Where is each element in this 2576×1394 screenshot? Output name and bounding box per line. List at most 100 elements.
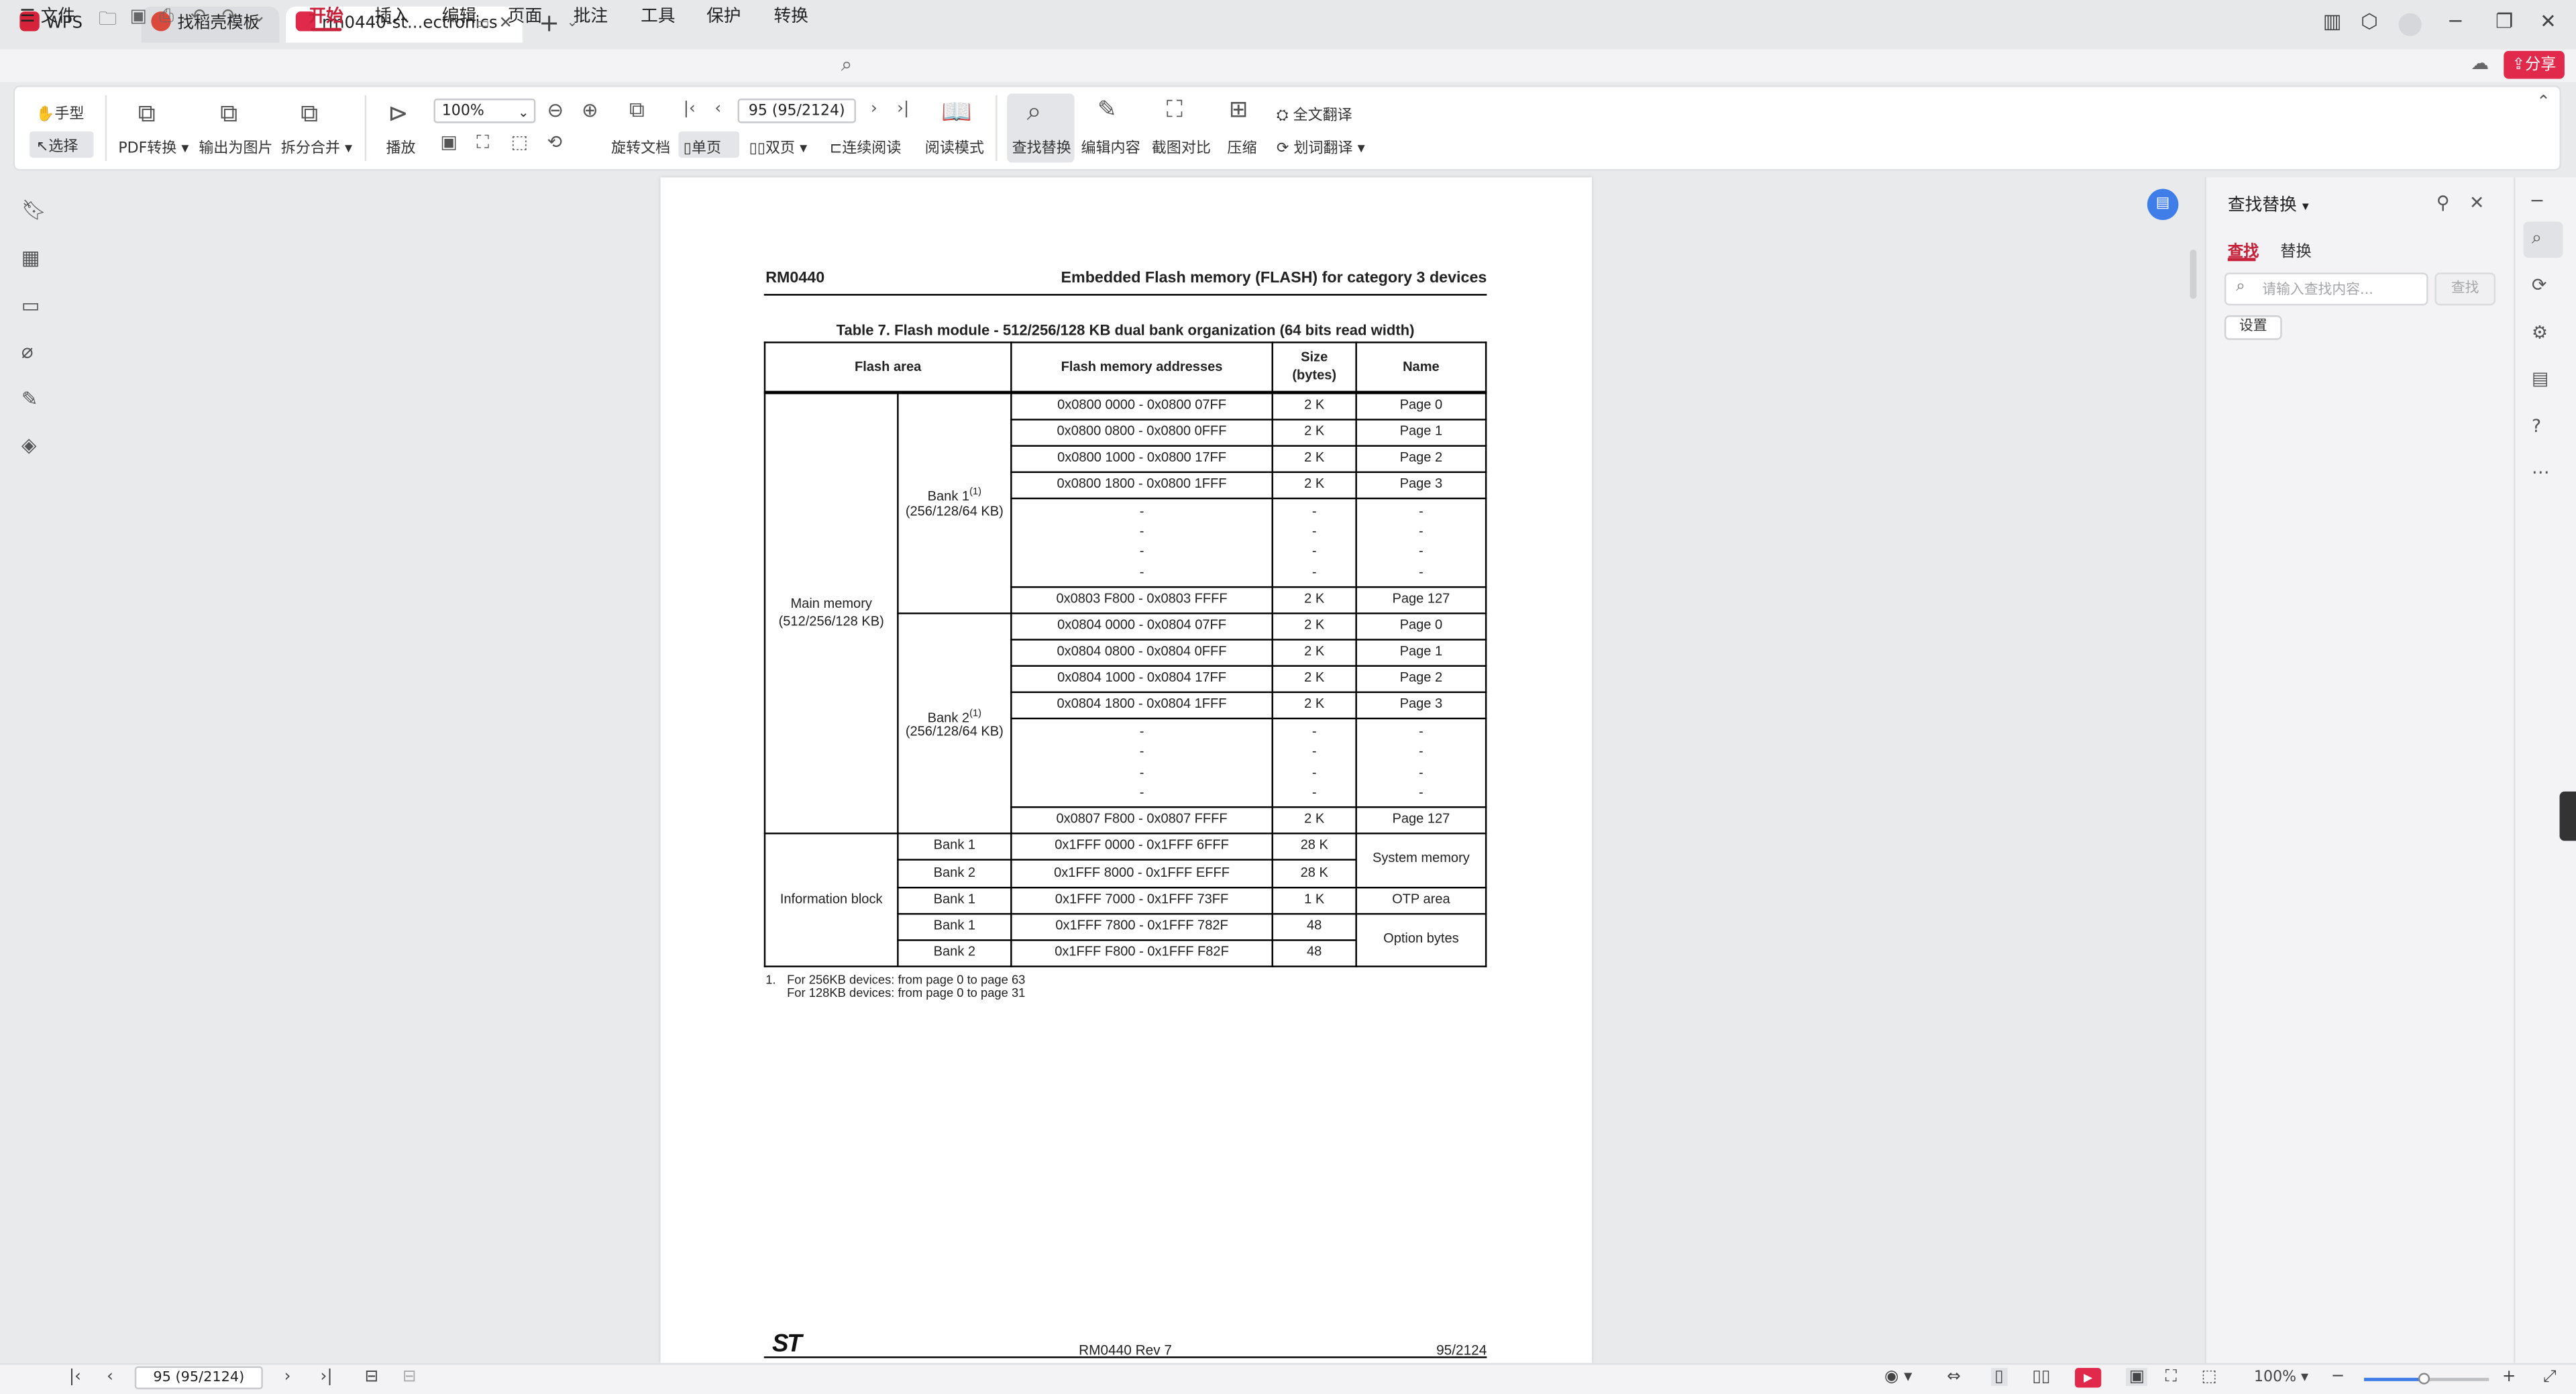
continuous-read-button[interactable]: ⊏连续阅读: [830, 136, 902, 158]
first-page-icon[interactable]: |‹: [69, 1368, 81, 1386]
single-page-button[interactable]: ▯单页: [684, 136, 721, 158]
zoom-slider-handle[interactable]: [2418, 1373, 2430, 1385]
thumbnail-icon[interactable]: ▦: [21, 246, 40, 269]
monitor-icon[interactable]: ▭: [476, 7, 490, 43]
hand-label: 手型: [54, 107, 85, 123]
sync-icon[interactable]: ⟳: [2532, 274, 2547, 296]
cloud-icon[interactable]: ☁: [2471, 52, 2489, 74]
tab-replace[interactable]: 替换: [2280, 238, 2312, 261]
split-merge-button[interactable]: 拆分合并 ▾: [281, 136, 352, 158]
pdf-convert-button[interactable]: PDF转换 ▾: [118, 136, 189, 158]
settings-sliders-icon[interactable]: ⚙: [2532, 322, 2548, 343]
more-chevron-icon[interactable]: ⌄: [252, 5, 267, 26]
select-tool-button[interactable]: ↖选择: [36, 135, 78, 156]
floating-tool-icon[interactable]: ▤: [2147, 189, 2179, 221]
menu-home[interactable]: 开始: [309, 3, 343, 28]
edge-handle[interactable]: [2559, 791, 2576, 841]
menu-protect[interactable]: 保护: [706, 3, 741, 28]
zoom-out-icon[interactable]: ─: [2333, 1368, 2343, 1386]
bookmark-icon[interactable]: 🔖︎: [21, 199, 46, 221]
single-page-icon[interactable]: ▯: [1991, 1368, 2007, 1387]
zoom-in-icon[interactable]: +: [2502, 1368, 2516, 1386]
settings-button[interactable]: 设置: [2224, 315, 2282, 340]
zoom-select[interactable]: 100% ⌄: [433, 98, 536, 123]
zoom-in-icon[interactable]: ⊕: [582, 99, 598, 121]
menu-tools[interactable]: 工具: [641, 3, 675, 28]
crop-icon[interactable]: ⬚: [2202, 1368, 2217, 1386]
zoom-out-icon[interactable]: ⊖: [547, 99, 564, 121]
signature-icon[interactable]: ✎: [21, 388, 38, 411]
play-button[interactable]: 播放: [386, 136, 416, 158]
fullscreen-icon[interactable]: ⤢: [2543, 1368, 2557, 1386]
menu-convert[interactable]: 转换: [773, 3, 808, 28]
find-button[interactable]: 查找: [2434, 272, 2496, 306]
menu-insert[interactable]: 插入: [374, 3, 409, 28]
search-icon[interactable]: ⌕: [841, 52, 852, 77]
save-icon[interactable]: ▣: [129, 5, 146, 26]
prev-page-icon[interactable]: ‹: [107, 1368, 113, 1386]
next-page-icon[interactable]: ›: [871, 100, 877, 118]
minimize-icon[interactable]: ─: [2449, 10, 2461, 33]
menu-annotate[interactable]: 批注: [574, 3, 608, 28]
edit-content-button[interactable]: 编辑内容: [1081, 136, 1140, 158]
menu-page[interactable]: 页面: [508, 3, 542, 28]
fit-width-icon[interactable]: ⇔: [1947, 1368, 1961, 1386]
first-page-icon[interactable]: |‹: [684, 100, 696, 118]
read-mode-button[interactable]: 阅读模式: [925, 136, 984, 158]
share-button[interactable]: ⇪分享: [2504, 50, 2565, 79]
next-page-icon[interactable]: ›: [284, 1368, 291, 1386]
redo-icon[interactable]: ↷: [222, 5, 237, 26]
actual-size-icon[interactable]: ▣: [440, 131, 457, 153]
rotate-doc-button[interactable]: 旋转文档: [611, 136, 670, 158]
last-page-icon[interactable]: ›|: [321, 1368, 333, 1386]
actual-size-icon[interactable]: ▣: [2126, 1368, 2148, 1387]
cube-icon[interactable]: ⬡: [2361, 10, 2378, 33]
compress-button[interactable]: 压缩: [1227, 136, 1256, 158]
pin-icon[interactable]: ⚲: [2436, 192, 2450, 213]
collapse-ribbon-icon[interactable]: ⌃: [2536, 94, 2551, 112]
book-search-icon[interactable]: ▤: [2532, 368, 2548, 389]
find-panel-title[interactable]: 查找替换 ▾: [2228, 192, 2309, 217]
double-page-button[interactable]: ▯▯双页 ▾: [749, 136, 807, 158]
find-replace-button[interactable]: 查找替换: [1012, 136, 1071, 158]
export-image-button[interactable]: 输出为图片: [199, 136, 272, 158]
undo-icon[interactable]: ↶: [191, 5, 206, 26]
more-icon[interactable]: ⋯: [2532, 462, 2550, 483]
status-page-input[interactable]: 95 (95/2124): [134, 1366, 263, 1390]
search-icon[interactable]: ⌕: [2532, 227, 2542, 250]
avatar[interactable]: [2398, 13, 2422, 36]
last-page-icon[interactable]: ›|: [897, 100, 909, 118]
hand-tool-button[interactable]: ✋手型: [36, 102, 85, 123]
prev-page-icon[interactable]: ‹: [714, 100, 721, 118]
fit-width-icon[interactable]: ⬚: [511, 131, 528, 153]
status-zoom-select[interactable]: 100% ▾: [2254, 1370, 2308, 1386]
restore-icon[interactable]: ❐: [2496, 10, 2513, 33]
layout-icon[interactable]: ▥: [2323, 10, 2342, 33]
play-icon[interactable]: ▶: [2075, 1368, 2102, 1388]
comment-icon[interactable]: ▭: [21, 294, 40, 317]
help-icon[interactable]: ?: [2532, 415, 2541, 437]
find-input[interactable]: [2259, 277, 2427, 304]
fit-page-icon[interactable]: ⛶: [476, 131, 489, 154]
word-translate-button[interactable]: ⟳ 划词翻译 ▾: [1277, 136, 1365, 158]
back-icon[interactable]: ⊟: [365, 1368, 379, 1386]
attachment-icon[interactable]: ⌀: [21, 340, 34, 363]
collapse-icon[interactable]: ─: [2532, 191, 2542, 212]
double-page-icon[interactable]: ▯▯: [2032, 1368, 2050, 1386]
full-translate-button[interactable]: ⛭ 全文翻译: [1277, 103, 1352, 125]
screenshot-compare-button[interactable]: 截图对比: [1152, 136, 1211, 158]
page-number-input[interactable]: 95 (95/2124): [737, 98, 856, 123]
menu-edit[interactable]: 编辑: [442, 3, 476, 28]
layers-icon[interactable]: ◈: [21, 433, 37, 456]
open-folder-icon[interactable]: 🗀: [99, 5, 117, 36]
forward-icon[interactable]: ⊟: [402, 1368, 417, 1386]
print-icon[interactable]: ⎙: [160, 5, 174, 28]
file-menu[interactable]: ☰ 文件: [19, 3, 75, 28]
close-window-icon[interactable]: ✕: [2540, 10, 2557, 33]
close-panel-icon[interactable]: ✕: [2469, 192, 2485, 213]
rotate-icon[interactable]: ⟲: [547, 131, 563, 153]
fit-page-icon[interactable]: ⛶: [2165, 1368, 2177, 1386]
select-label: 选择: [48, 140, 78, 156]
eye-icon[interactable]: ◉ ▾: [1884, 1368, 1912, 1386]
vertical-scrollbar[interactable]: [2190, 250, 2197, 299]
